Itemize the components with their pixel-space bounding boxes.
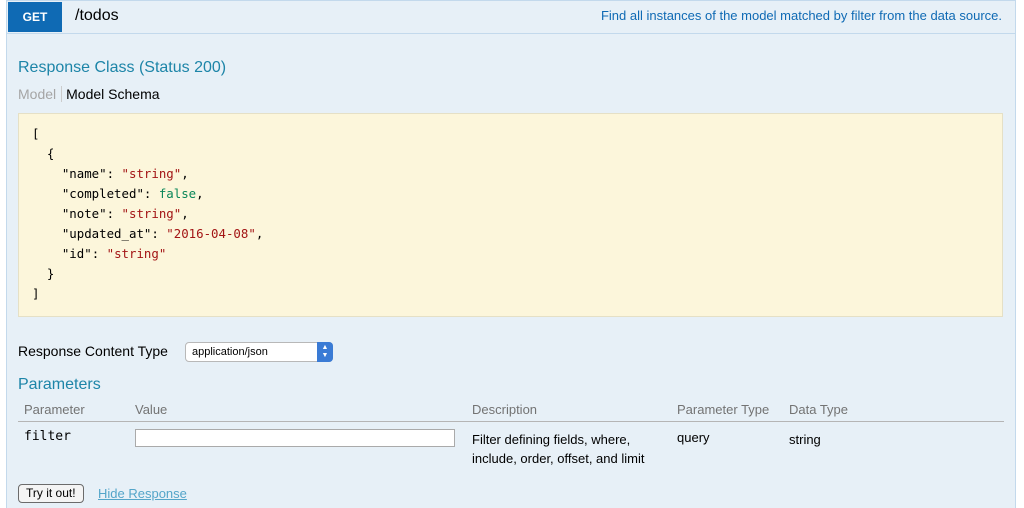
response-class-title: Response Class (Status 200): [18, 59, 227, 76]
operation-panel: GET /todos Find all instances of the mod…: [6, 0, 1016, 508]
try-it-out-button[interactable]: Try it out!: [18, 484, 84, 503]
code-open-brace: {: [32, 146, 55, 161]
operation-heading[interactable]: GET /todos Find all instances of the mod…: [7, 1, 1015, 34]
schema-field-key: "id": [61, 246, 92, 261]
code-close-brace: }: [32, 266, 55, 281]
schema-field-value: "string": [121, 166, 182, 181]
selected-content-type: application/json: [192, 346, 268, 358]
model-schema-code[interactable]: [ { "name": "string", "completed": false…: [18, 113, 1003, 317]
schema-field-key: "note": [61, 206, 107, 221]
schema-fields: "name": "string", "completed": false, "n…: [32, 164, 989, 264]
column-header-description: Description: [472, 402, 538, 417]
endpoint-path[interactable]: /todos: [75, 7, 119, 25]
response-content-type-label: Response Content Type: [18, 343, 168, 359]
tab-model-schema[interactable]: Model Schema: [61, 86, 160, 102]
response-content-type-select[interactable]: application/json ▲ ▼: [185, 342, 333, 362]
schema-field-comma: ,: [196, 186, 204, 201]
schema-field-key: "name": [61, 166, 107, 181]
schema-field-line: "id": "string": [61, 246, 167, 261]
http-method-badge[interactable]: GET: [8, 2, 62, 32]
schema-field-line: "updated_at": "2016-04-08",: [61, 226, 264, 241]
table-header-divider: [18, 421, 1004, 422]
schema-field-comma: ,: [181, 166, 189, 181]
column-header-value: Value: [135, 402, 168, 417]
schema-field-comma: ,: [181, 206, 189, 221]
column-header-parameter-type: Parameter Type: [677, 402, 770, 417]
select-arrows-icon: ▲ ▼: [317, 342, 333, 362]
code-close-bracket: ]: [32, 286, 40, 301]
schema-field-line: "completed": false,: [61, 186, 204, 201]
schema-field-key: "updated_at": [61, 226, 152, 241]
operation-summary[interactable]: Find all instances of the model matched …: [601, 8, 1002, 23]
schema-field-comma: ,: [255, 226, 264, 241]
schema-field-key: "completed": [61, 186, 144, 201]
schema-field-value: "string": [121, 206, 182, 221]
model-tabs: Model Model Schema: [18, 85, 160, 105]
parameter-name: filter: [24, 429, 71, 444]
schema-field-value: false: [158, 186, 197, 201]
parameter-description: Filter defining fields, where, include, …: [472, 432, 645, 466]
column-header-data-type: Data Type: [789, 402, 849, 417]
parameter-type: query: [677, 430, 710, 445]
filter-value-input[interactable]: [135, 429, 455, 447]
code-open-bracket: [: [32, 126, 40, 141]
schema-field-value: "string": [106, 246, 167, 261]
column-header-parameter: Parameter: [24, 402, 85, 417]
parameters-title: Parameters: [18, 376, 101, 393]
schema-field-value: "2016-04-08": [166, 226, 256, 241]
hide-response-link[interactable]: Hide Response: [98, 486, 187, 501]
schema-field-line: "name": "string",: [61, 166, 189, 181]
tab-model[interactable]: Model: [18, 86, 61, 102]
data-type: string: [789, 432, 821, 447]
schema-field-line: "note": "string",: [61, 206, 189, 221]
